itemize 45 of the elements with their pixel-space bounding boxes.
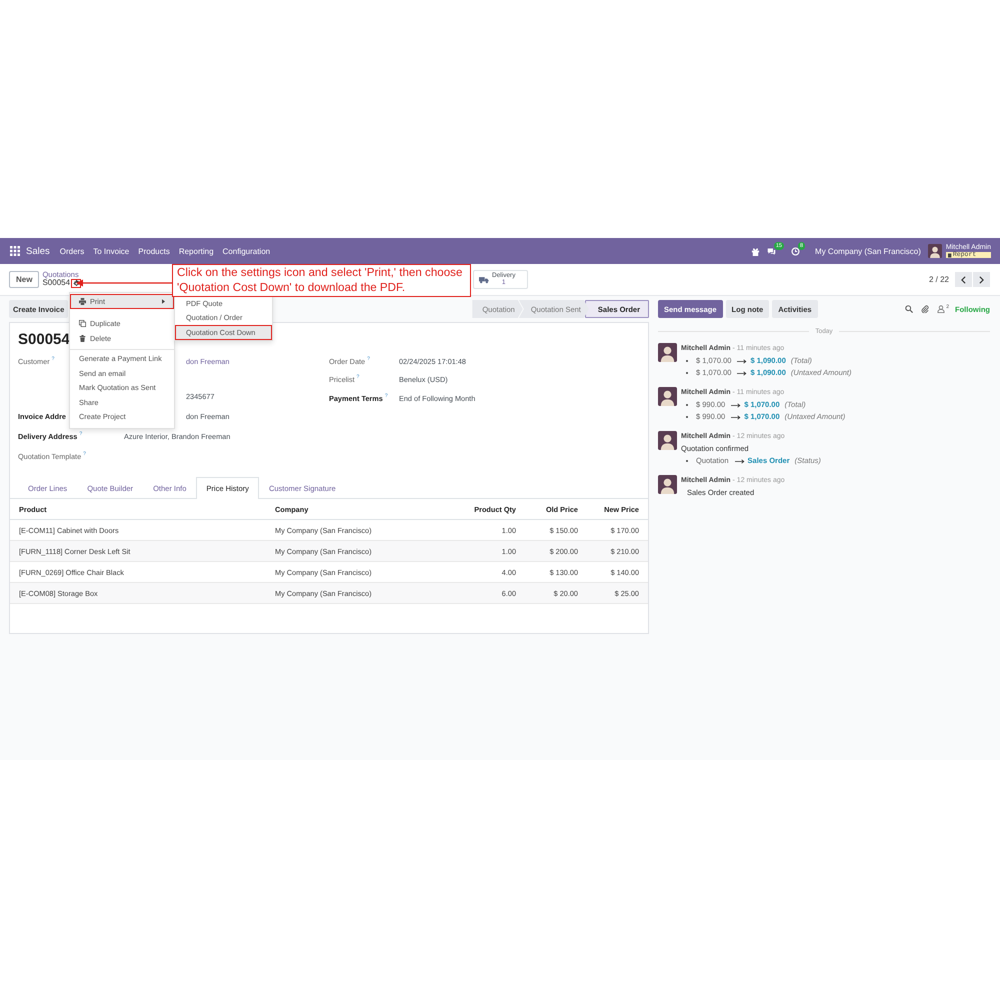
copy-icon [79,320,86,328]
clock-icon[interactable] [790,246,800,256]
avatar-icon[interactable] [928,244,942,258]
avatar-icon [658,387,677,406]
arrow-icon [734,458,745,464]
annotation-callout: Click on the settings icon and select 'Print,' then choose 'Quotation Cost Down' to download the PDF. [172,264,471,297]
company-switcher[interactable]: My Company (San Francisco) [815,246,921,256]
help-tooltip[interactable]: ? [79,432,82,437]
previous-button[interactable] [955,272,972,287]
chevron-left-icon [961,276,966,284]
menu-item[interactable]: Products [138,246,170,256]
apps-menu-icon[interactable] [10,246,20,256]
user-icon[interactable] [937,305,946,313]
search-icon[interactable] [905,305,914,313]
arrow-icon [731,414,742,420]
record-name: S00054 [42,279,70,288]
chat-icon[interactable] [766,246,776,256]
menu-item[interactable]: To Invoice [93,246,130,256]
help-tooltip[interactable]: ? [356,375,360,380]
help-tooltip[interactable]: ? [52,357,54,362]
help-tooltip[interactable]: ? [384,394,388,399]
truck-icon [479,276,489,284]
pager-value: 2 / 22 [928,275,949,284]
avatar-icon [658,343,677,362]
next-button[interactable] [973,272,990,287]
record-title: S00054 [18,331,70,349]
new-button[interactable]: New [9,271,40,288]
printer-icon [79,298,86,305]
arrow-icon [737,358,748,364]
follower-count: 2 [946,305,949,310]
app-name[interactable]: Sales [26,246,50,256]
gift-icon[interactable] [750,246,760,256]
caret-icon [162,298,165,304]
menu-item[interactable]: Reporting [178,246,214,256]
arrow-icon [737,370,748,376]
help-tooltip[interactable]: ? [83,452,86,457]
paperclip-icon[interactable] [921,305,930,313]
avatar-icon [658,431,677,450]
arrow-icon [731,402,742,408]
help-tooltip[interactable]: ? [367,357,370,362]
menu-item[interactable]: Orders [60,246,84,256]
avatar-icon [658,475,677,494]
menu-item[interactable]: Configuration [222,246,270,256]
chevron-right-icon [979,276,984,284]
trash-icon [79,334,86,342]
